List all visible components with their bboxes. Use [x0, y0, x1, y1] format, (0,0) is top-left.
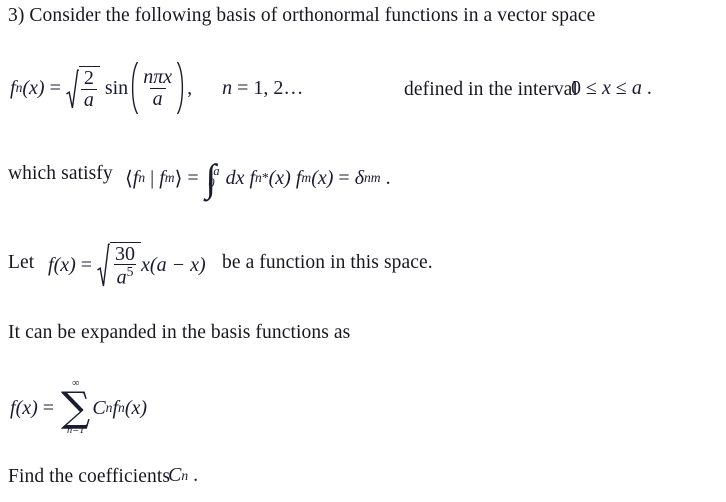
- right-paren-large: [176, 61, 187, 115]
- function-equals-sign: =: [80, 253, 93, 276]
- inner-product-bar: |: [150, 166, 155, 189]
- orthonormal-equals-sign: =: [187, 166, 199, 189]
- basis-f-subscript: n: [15, 80, 23, 96]
- be-a-function-text: be a function in this space.: [222, 252, 433, 273]
- equation-interval-range: 0 ≤ x ≤ a.: [571, 77, 652, 100]
- find-period: .: [193, 464, 199, 486]
- left-paren-large: [128, 61, 139, 115]
- basis-f-argument: (x): [22, 76, 45, 99]
- find-coefficient-symbol: C: [168, 464, 182, 486]
- expansion-basis-argument: (x): [124, 396, 148, 419]
- definite-integral: ∫ a 0: [206, 159, 220, 198]
- fraction-numerator: nπx: [143, 66, 173, 89]
- summation-operator: ∞ ∑ n=1: [61, 378, 91, 437]
- fraction-denominator: a: [149, 87, 166, 109]
- denominator-base: a: [116, 266, 127, 289]
- basis-equals-sign: =: [49, 76, 61, 99]
- ket-close-bracket: ⟩: [174, 167, 183, 190]
- find-coefficients-text: Find the coefficients: [8, 466, 171, 487]
- ket-f-subscript: m: [164, 170, 175, 186]
- conjugate-star-superscript: *: [261, 170, 269, 186]
- fraction-numerator: 30: [115, 242, 136, 265]
- interval-period: .: [646, 77, 652, 99]
- radical-body: 2 a: [78, 66, 100, 110]
- index-n-symbol: n: [222, 76, 233, 99]
- conjugate-f-argument: (x): [268, 166, 291, 189]
- interval-statement: defined in the interval: [404, 79, 578, 100]
- interval-lower-bound: 0: [571, 77, 581, 99]
- fraction-numerator: 2: [83, 67, 94, 90]
- equation-orthonormality: ⟨ f n | f m ⟩ = ∫ a 0 dx f n * (x) f m (x) = δ nm .: [125, 158, 391, 198]
- radical-body: 30 a5: [110, 241, 142, 289]
- expansion-basis-subscript: n: [118, 400, 125, 416]
- which-satisfy-text: which satisfy: [8, 163, 113, 184]
- index-equals-sign: =: [237, 76, 249, 99]
- integral-limits: a 0: [208, 164, 219, 189]
- fm-argument: (x): [311, 166, 334, 189]
- find-coefficient-subscript: n: [181, 467, 189, 483]
- fraction-denominator: a: [80, 88, 97, 110]
- basis-comma: ,: [187, 76, 193, 99]
- expansion-f-argument: (x): [15, 396, 38, 419]
- conjugate-f-subscript: n: [255, 170, 262, 186]
- index-values: 1, 2…: [253, 76, 304, 99]
- fraction-30-over-a5: 30 a5: [112, 242, 138, 289]
- orthonormal-period: .: [385, 166, 391, 189]
- differential-dx: dx: [225, 166, 245, 189]
- summation-lower-limit: n=1: [66, 425, 85, 437]
- expansion-equals-sign: =: [42, 396, 55, 419]
- equation-function-f: f (x) = 30 a5 x(a − x): [48, 237, 206, 293]
- radical-sign-icon: [97, 242, 111, 288]
- less-equal-sign-1: ≤: [586, 77, 597, 99]
- interval-upper-bound: a: [631, 77, 642, 99]
- expansion-statement: It can be expanded in the basis function…: [8, 322, 351, 343]
- sqrt-two-over-a: 2 a: [65, 66, 100, 110]
- coefficient-C-symbol: C: [92, 396, 106, 419]
- fraction-denominator: a5: [113, 264, 137, 289]
- equation-basis-expansion: f (x) = ∞ ∑ n=1 Cn f n (x): [10, 378, 148, 437]
- fm-subscript: m: [301, 170, 312, 186]
- equation-basis-functions: f n (x) = 2 a sin nπx a , n = 1, 2…: [10, 61, 304, 115]
- delta-equals-sign: =: [338, 166, 350, 189]
- document-page: 3) Consider the following basis of ortho…: [0, 0, 726, 502]
- equation-find-coefficient: Cn.: [168, 464, 198, 487]
- function-f-argument: (x): [53, 253, 76, 276]
- coefficient-C-subscript: n: [105, 400, 113, 416]
- sine-operator: sin: [104, 76, 129, 99]
- sqrt-thirty-over-a5: 30 a5: [97, 241, 142, 289]
- function-tail-expression: x(a − x): [141, 253, 206, 276]
- problem-intro-text: 3) Consider the following basis of ortho…: [8, 5, 596, 26]
- less-equal-sign-2: ≤: [615, 77, 627, 99]
- interval-variable-x: x: [601, 77, 611, 99]
- denominator-exponent: 5: [126, 264, 134, 280]
- kronecker-delta-symbol: δ: [354, 166, 364, 189]
- let-keyword: Let: [8, 252, 35, 273]
- integral-lower-limit: 0: [208, 176, 215, 190]
- radical-sign-icon: [65, 66, 79, 110]
- fraction-npix-over-a: nπx a: [140, 67, 175, 109]
- bra-open-bracket: ⟨: [125, 167, 133, 190]
- fraction-two-over-a: 2 a: [80, 67, 97, 110]
- bra-f-subscript: n: [138, 170, 146, 186]
- sigma-sign-icon: ∑: [61, 382, 91, 431]
- kronecker-delta-subscript: nm: [363, 170, 381, 186]
